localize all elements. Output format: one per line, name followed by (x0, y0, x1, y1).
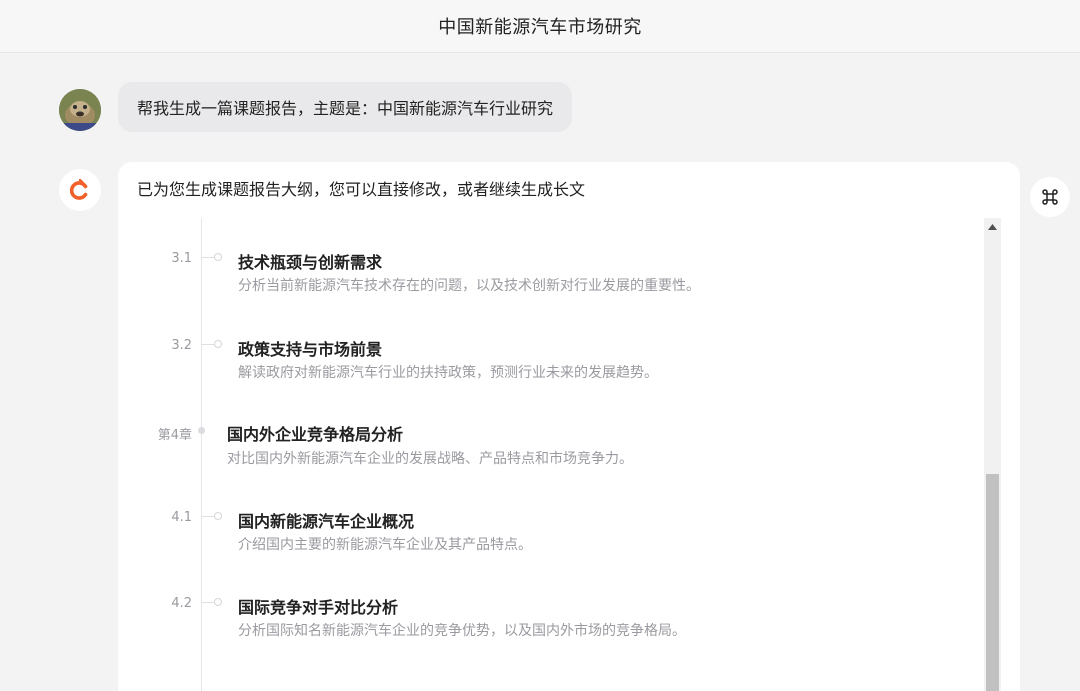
scrollbar-thumb[interactable] (986, 474, 999, 691)
section-number: 3.2 (171, 338, 192, 353)
orange-c-logo-icon (69, 178, 88, 200)
chapter-description: 对比国内外新能源汽车企业的发展战略、产品特点和市场竞争力。 (227, 451, 633, 467)
assistant-intro-text: 已为您生成课题报告大纲，您可以直接修改，或者继续生成长文 (137, 180, 586, 199)
timeline-node (214, 340, 222, 348)
section-title[interactable]: 技术瓶颈与创新需求 (238, 249, 382, 273)
user-message-text: 帮我生成一篇课题报告，主题是：中国新能源汽车行业研究 (137, 99, 554, 118)
assistant-avatar (59, 169, 101, 211)
assistant-message-card: 已为您生成课题报告大纲，您可以直接修改，或者继续生成长文 3.1 技术瓶颈与创新… (118, 162, 1020, 691)
section-title[interactable]: 政策支持与市场前景 (238, 336, 382, 360)
section-description: 介绍国内主要的新能源汽车企业及其产品特点。 (238, 537, 532, 553)
timeline-node (214, 598, 222, 606)
timeline-chapter-node (198, 427, 205, 434)
timeline-node (214, 253, 222, 261)
command-button[interactable] (1030, 177, 1070, 217)
section-number: 4.1 (171, 510, 192, 525)
page-title: 中国新能源汽车市场研究 (438, 17, 642, 38)
section-title[interactable]: 国际竞争对手对比分析 (238, 594, 398, 618)
user-message-bubble: 帮我生成一篇课题报告，主题是：中国新能源汽车行业研究 (118, 82, 573, 132)
section-title[interactable]: 国内新能源汽车企业概况 (238, 508, 414, 532)
top-bar: 中国新能源汽车市场研究 (0, 0, 1080, 53)
section-number: 3.1 (171, 251, 192, 266)
scroll-up-button[interactable] (984, 218, 1001, 235)
section-description: 解读政府对新能源汽车行业的扶持政策，预测行业未来的发展趋势。 (238, 365, 658, 381)
outline-viewport[interactable]: 3.1 技术瓶颈与创新需求 分析当前新能源汽车技术存在的问题，以及技术创新对行业… (118, 218, 1002, 691)
section-number: 4.2 (171, 596, 192, 611)
user-avatar[interactable] (59, 89, 101, 131)
command-icon (1042, 189, 1058, 205)
scroll-up-arrow-icon (988, 223, 997, 230)
timeline-line (201, 218, 202, 691)
chapter-title[interactable]: 国内外企业竞争格局分析 (227, 421, 403, 445)
chapter-number: 第4章 (157, 428, 192, 443)
section-description: 分析当前新能源汽车技术存在的问题，以及技术创新对行业发展的重要性。 (238, 278, 700, 294)
timeline-node (214, 512, 222, 520)
outline-scrollbar[interactable] (984, 218, 1001, 691)
section-description: 分析国际知名新能源汽车企业的竞争优势，以及国内外市场的竞争格局。 (238, 623, 686, 639)
